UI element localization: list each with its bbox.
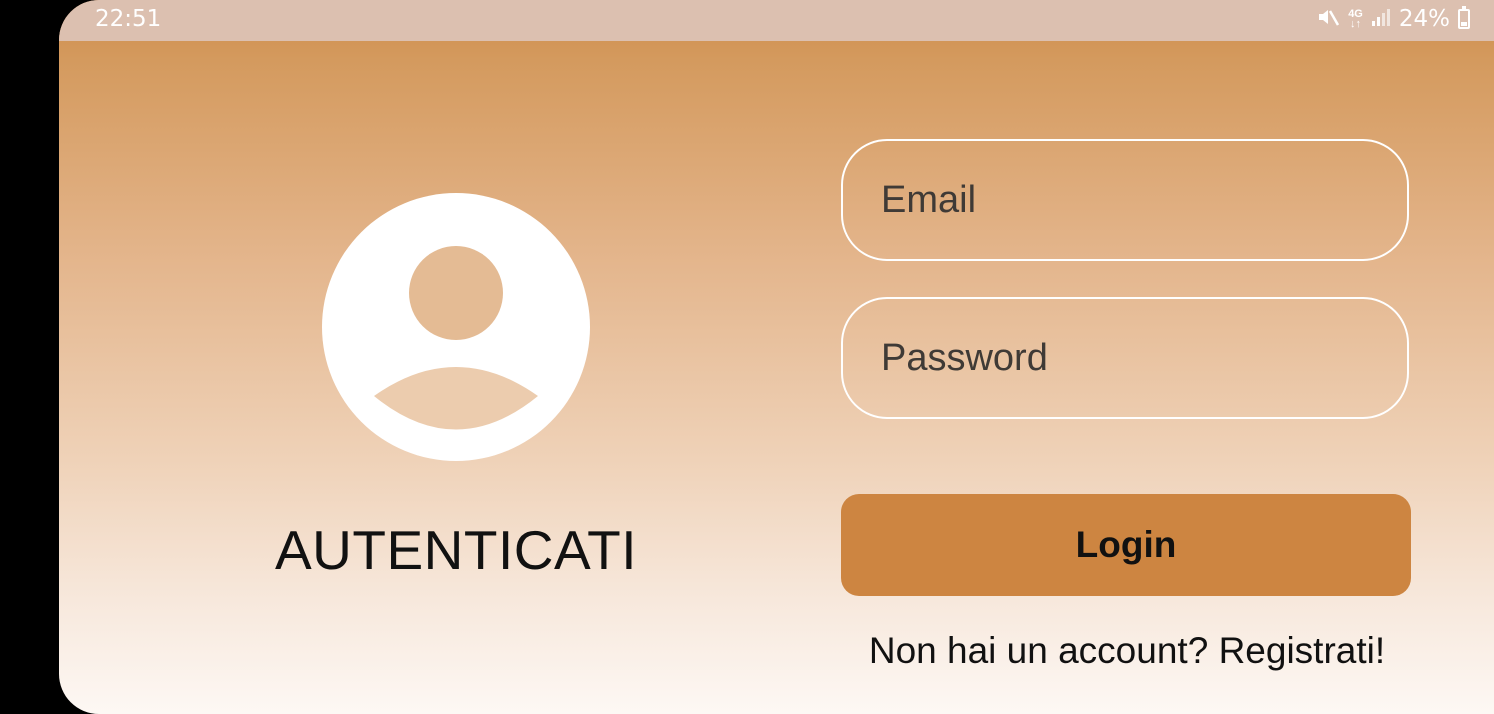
login-screen: 22:51 4G ↓↑ 24% AUTENTICATI Email Login …: [59, 0, 1494, 714]
register-prompt: Non hai un account?: [868, 630, 1209, 671]
status-icons: 4G ↓↑ 24%: [1316, 4, 1470, 34]
status-bar: 22:51 4G ↓↑ 24%: [59, 0, 1494, 41]
signal-icon: [1371, 7, 1391, 32]
page-title: AUTENTICATI: [275, 519, 637, 581]
email-field-container: [841, 139, 1409, 261]
network-type: 4G: [1348, 8, 1363, 20]
status-time: 22:51: [95, 6, 162, 32]
user-avatar-icon: [322, 193, 590, 461]
login-button[interactable]: Login: [841, 494, 1411, 596]
mute-icon: [1316, 5, 1340, 34]
4g-icon: 4G ↓↑: [1348, 8, 1363, 30]
register-link[interactable]: Registrati!: [1219, 630, 1386, 671]
email-field[interactable]: [879, 177, 1407, 223]
password-field[interactable]: [879, 335, 1407, 381]
register-line: Non hai un account? Registrati!: [841, 630, 1413, 672]
battery-percent: 24%: [1398, 6, 1450, 32]
password-field-container: [841, 297, 1409, 419]
battery-icon: [1458, 6, 1470, 29]
